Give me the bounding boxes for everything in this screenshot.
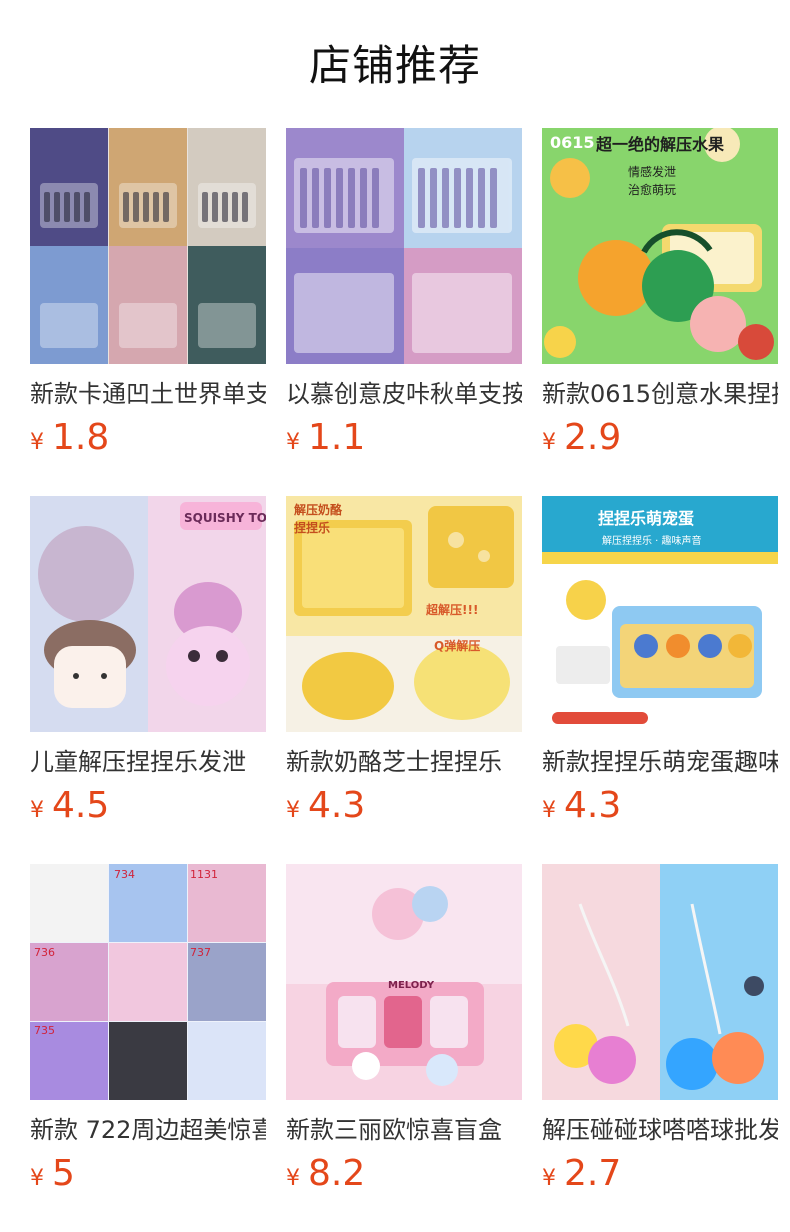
product-name: 新款奶酪芝士捏捏乐	[286, 748, 502, 776]
product-image-3[interactable]: 0615 超一绝的解压水果 情感发泄 治愈萌玩	[542, 128, 778, 364]
currency-symbol: ¥	[542, 798, 556, 823]
product-image-5[interactable]: 解压奶酪 捏捏乐 超解压!!! Q弹解压	[286, 496, 522, 732]
store-recommendations-page: 店铺推荐 新款卡通凹土世界单支 ¥ 1.8 以慕创意皮咔秋单支按 ¥ 1.1 0…	[0, 0, 790, 1232]
currency-symbol: ¥	[30, 798, 44, 823]
product-image-1[interactable]	[30, 128, 266, 364]
image-text-egg-subtitle: 解压捏捏乐 · 趣味声音	[602, 534, 702, 547]
currency-symbol: ¥	[30, 430, 44, 455]
product-image-art-7: 734 1131 736 737 735	[30, 864, 266, 1100]
image-text-line-2: 治愈萌玩	[628, 182, 676, 197]
product-image-art-6: 捏捏乐萌宠蛋 解压捏捏乐 · 趣味声音	[542, 496, 778, 732]
product-image-9[interactable]	[542, 864, 778, 1100]
product-image-4[interactable]: SQUISHY TOY	[30, 496, 266, 732]
product-name: 以慕创意皮咔秋单支按动笔	[286, 380, 522, 408]
product-price: ¥ 1.8	[30, 416, 109, 460]
image-text-734: 734	[114, 868, 135, 881]
product-image-art-8: MELODY	[286, 864, 522, 1100]
product-name: 新款 722周边超美惊喜	[30, 1116, 266, 1144]
price-amount: 2.9	[564, 417, 622, 458]
price-amount: 8.2	[308, 1153, 366, 1194]
currency-symbol: ¥	[542, 1166, 556, 1191]
product-card-3[interactable]: 0615 超一绝的解压水果 情感发泄 治愈萌玩 新款0615创意水果捏捏乐 ¥ …	[542, 128, 778, 468]
product-card-6[interactable]: 捏捏乐萌宠蛋 解压捏捏乐 · 趣味声音 新款捏捏乐萌宠蛋趣味 ¥ 4.3	[542, 496, 778, 836]
image-text-1131: 1131	[190, 868, 218, 881]
product-name: 新款捏捏乐萌宠蛋趣味	[542, 748, 778, 776]
product-image-art-1	[30, 128, 266, 364]
product-price: ¥ 4.3	[286, 784, 365, 828]
image-text-title: 超一绝的解压水果	[595, 135, 724, 154]
product-image-art-9	[542, 864, 778, 1100]
product-name: 解压碰碰球嗒嗒球批发	[542, 1116, 778, 1144]
currency-symbol: ¥	[30, 1166, 44, 1191]
product-price: ¥ 4.5	[30, 784, 109, 828]
image-text-melody: MELODY	[388, 980, 435, 991]
image-text-cheese-3: 超解压!!!	[425, 602, 478, 617]
image-text-line-1: 情感发泄	[628, 164, 676, 179]
image-text-737: 737	[190, 946, 211, 959]
product-image-6[interactable]: 捏捏乐萌宠蛋 解压捏捏乐 · 趣味声音	[542, 496, 778, 732]
product-image-art-4: SQUISHY TOY	[30, 496, 266, 732]
price-amount: 4.3	[308, 785, 366, 826]
product-price: ¥ 1.1	[286, 416, 365, 460]
product-card-1[interactable]: 新款卡通凹土世界单支按动中性笔 ¥ 1.8	[30, 128, 266, 468]
image-text-736: 736	[34, 946, 55, 959]
product-card-5[interactable]: 解压奶酪 捏捏乐 超解压!!! Q弹解压 新款奶酪芝士捏捏乐 ¥ 4.3	[286, 496, 522, 836]
product-name: 新款三丽欧惊喜盲盒	[286, 1116, 502, 1144]
image-text-0615: 0615	[550, 133, 595, 152]
currency-symbol: ¥	[542, 430, 556, 455]
currency-symbol: ¥	[286, 798, 300, 823]
image-text-cheese-4: Q弹解压	[434, 638, 480, 653]
price-amount: 2.7	[564, 1153, 622, 1194]
currency-symbol: ¥	[286, 1166, 300, 1191]
product-card-9[interactable]: 解压碰碰球嗒嗒球批发 ¥ 2.7	[542, 864, 778, 1204]
price-amount: 5	[52, 1153, 75, 1194]
product-price: ¥ 8.2	[286, 1152, 365, 1196]
image-text-cheese-1: 解压奶酪	[294, 502, 343, 517]
product-image-art-5: 解压奶酪 捏捏乐 超解压!!! Q弹解压	[286, 496, 522, 732]
product-card-2[interactable]: 以慕创意皮咔秋单支按动笔 ¥ 1.1	[286, 128, 522, 468]
image-text-735: 735	[34, 1024, 55, 1037]
product-card-7[interactable]: 734 1131 736 737 735 新款 722周边超美惊喜 ¥ 5	[30, 864, 266, 1204]
image-text-squishy: SQUISHY TOY	[184, 511, 266, 525]
product-image-2[interactable]	[286, 128, 522, 364]
product-name: 新款卡通凹土世界单支按动中性笔	[30, 380, 266, 408]
product-price: ¥ 2.7	[542, 1152, 621, 1196]
price-amount: 1.1	[308, 417, 366, 458]
price-amount: 4.5	[52, 785, 110, 826]
product-image-8[interactable]: MELODY	[286, 864, 522, 1100]
price-amount: 1.8	[52, 417, 110, 458]
product-name: 儿童解压捏捏乐发泄	[30, 748, 246, 776]
product-card-8[interactable]: MELODY 新款三丽欧惊喜盲盒 ¥ 8.2	[286, 864, 522, 1204]
product-image-art-3: 0615 超一绝的解压水果 情感发泄 治愈萌玩	[542, 128, 778, 364]
page-title: 店铺推荐	[308, 41, 481, 90]
image-text-cheese-2: 捏捏乐	[294, 520, 330, 535]
image-text-egg-title: 捏捏乐萌宠蛋	[598, 509, 694, 528]
product-price: ¥ 4.3	[542, 784, 621, 828]
product-image-art-2	[286, 128, 522, 364]
product-price: ¥ 2.9	[542, 416, 621, 460]
currency-symbol: ¥	[286, 430, 300, 455]
price-amount: 4.3	[564, 785, 622, 826]
product-name: 新款0615创意水果捏捏乐	[542, 380, 778, 408]
product-card-4[interactable]: SQUISHY TOY 儿童解压捏捏乐发泄 ¥ 4.5	[30, 496, 266, 836]
product-image-7[interactable]: 734 1131 736 737 735	[30, 864, 266, 1100]
product-price: ¥ 5	[30, 1152, 75, 1196]
